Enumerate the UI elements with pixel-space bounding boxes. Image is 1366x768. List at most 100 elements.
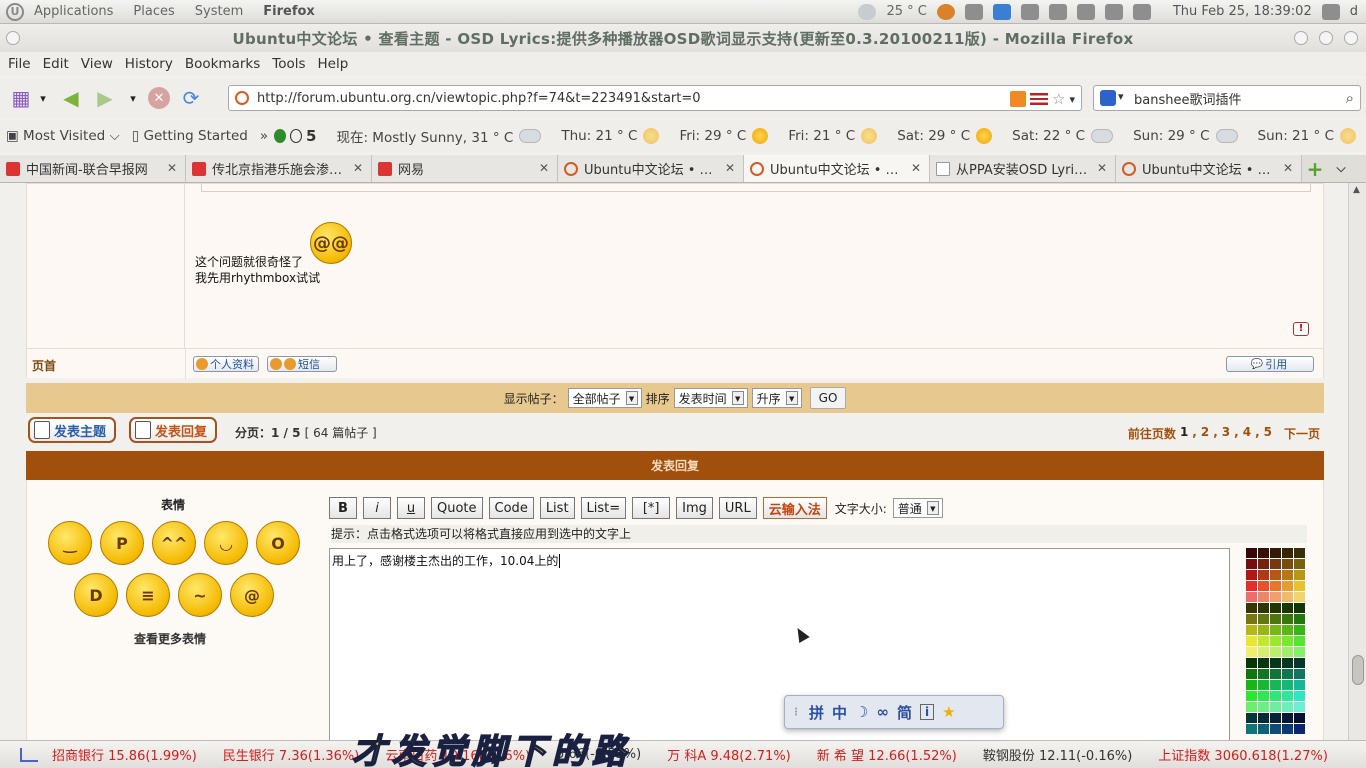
ticker-item[interactable]: 鞍钢股份 12.11(-0.16%) (983, 745, 1132, 764)
url-dropdown-icon[interactable]: ▾ (1069, 93, 1075, 106)
color-swatch[interactable] (1282, 603, 1293, 613)
color-swatch[interactable] (1246, 559, 1257, 569)
color-swatch[interactable] (1294, 647, 1305, 657)
close-tab-icon[interactable]: ✕ (1283, 161, 1293, 175)
search-input[interactable]: banshee歌词插件 (1134, 89, 1241, 108)
timer-icon[interactable] (289, 129, 303, 143)
color-swatch[interactable] (1294, 702, 1305, 712)
color-swatch[interactable] (1282, 570, 1293, 580)
engine-dropdown-icon[interactable]: ▾ (1118, 90, 1124, 103)
tongue-emoticon-icon[interactable]: P (100, 521, 144, 565)
color-swatch[interactable] (1258, 669, 1269, 679)
color-swatch[interactable] (1294, 614, 1305, 624)
dropdown-icon[interactable]: ▾ (36, 85, 50, 111)
color-swatch[interactable] (1258, 548, 1269, 558)
url-button[interactable]: URL (718, 497, 757, 519)
ime-punct-icon[interactable]: ∞ (876, 703, 889, 721)
close-tab-icon[interactable]: ✕ (911, 161, 921, 175)
color-palette[interactable] (1246, 548, 1306, 734)
page-3-link[interactable]: 3 (1222, 425, 1230, 442)
color-swatch[interactable] (1258, 724, 1269, 734)
menu-view[interactable]: View (75, 56, 119, 72)
color-swatch[interactable] (1294, 691, 1305, 701)
sweat-emoticon-icon[interactable]: D (74, 573, 118, 617)
menu-file[interactable]: File (2, 56, 37, 72)
page-2-link[interactable]: 2 (1201, 425, 1209, 442)
sort-order-select[interactable]: 升序 ▼ (751, 388, 802, 408)
color-swatch[interactable] (1294, 669, 1305, 679)
history-dropdown-icon[interactable]: ▾ (126, 85, 140, 111)
color-swatch[interactable] (1246, 548, 1257, 558)
back-to-top-link[interactable]: 页首 (32, 357, 56, 374)
maximize-icon[interactable] (1319, 31, 1333, 45)
underline-button[interactable]: u (397, 497, 425, 519)
color-swatch[interactable] (1282, 691, 1293, 701)
weather-cloud-icon[interactable] (858, 3, 877, 20)
color-swatch[interactable] (1282, 658, 1293, 668)
color-swatch[interactable] (1258, 702, 1269, 712)
smile-emoticon-icon[interactable]: ‿ (48, 521, 92, 565)
color-swatch[interactable] (1294, 713, 1305, 723)
color-swatch[interactable] (1270, 647, 1281, 657)
mail-icon[interactable] (1132, 3, 1151, 20)
power-icon[interactable] (1321, 3, 1340, 20)
network-icon[interactable] (1048, 3, 1067, 20)
tab-ppa[interactable]: 从PPA安装OSD Lyri… ✕ (930, 155, 1116, 182)
ticker-item[interactable]: 万 科A 9.48(2.71%) (667, 745, 791, 764)
bookmark-most-visited[interactable]: ▣ Most Visited ⌵ (0, 128, 126, 144)
color-swatch[interactable] (1270, 658, 1281, 668)
window-menu-icon[interactable] (6, 31, 20, 45)
bookmarks-overflow[interactable]: » (254, 128, 274, 144)
color-swatch[interactable] (1282, 724, 1293, 734)
color-swatch[interactable] (1270, 570, 1281, 580)
close-tab-icon[interactable]: ✕ (167, 161, 177, 175)
close-tab-icon[interactable]: ✕ (353, 161, 363, 175)
color-swatch[interactable] (1270, 603, 1281, 613)
close-tab-icon[interactable]: ✕ (1097, 161, 1107, 175)
color-swatch[interactable] (1294, 636, 1305, 646)
color-swatch[interactable] (1258, 713, 1269, 723)
ime-moon-icon[interactable]: ☽ (855, 703, 868, 721)
pm-button[interactable]: 短信 (267, 356, 337, 372)
forward-icon[interactable]: ▶ (92, 85, 118, 111)
color-swatch[interactable] (1270, 669, 1281, 679)
shy-emoticon-icon[interactable]: ^^ (152, 521, 196, 565)
update-icon[interactable] (992, 3, 1011, 20)
color-swatch[interactable] (1258, 658, 1269, 668)
color-swatch[interactable] (1270, 680, 1281, 690)
next-page-link[interactable]: 下一页 (1284, 425, 1320, 442)
menu-history[interactable]: History (119, 56, 179, 72)
color-swatch[interactable] (1258, 559, 1269, 569)
shout-emoticon-icon[interactable]: O (256, 521, 300, 565)
weather-day-3[interactable]: Fri: 21 ° C (778, 128, 887, 144)
color-swatch[interactable] (1282, 702, 1293, 712)
reload-icon[interactable]: ⟳ (178, 85, 204, 111)
color-swatch[interactable] (1294, 603, 1305, 613)
volume-icon[interactable] (1076, 3, 1095, 20)
color-swatch[interactable] (1294, 680, 1305, 690)
color-swatch[interactable] (1294, 581, 1305, 591)
go-button[interactable]: GO (809, 387, 847, 409)
color-swatch[interactable] (1270, 625, 1281, 635)
report-icon[interactable]: ! (1293, 322, 1309, 336)
counter-badge[interactable]: 5 (306, 127, 316, 145)
new-topic-button[interactable]: 发表主题 (28, 417, 117, 443)
color-swatch[interactable] (1282, 669, 1293, 679)
ime-star-icon[interactable]: ★ (942, 703, 955, 721)
color-swatch[interactable] (1246, 680, 1257, 690)
rss-icon[interactable] (1010, 91, 1027, 107)
minimize-icon[interactable] (1294, 31, 1308, 45)
color-swatch[interactable] (1270, 559, 1281, 569)
color-swatch[interactable] (1258, 625, 1269, 635)
drag-handle[interactable]: ⋮ (791, 707, 801, 718)
chart-icon[interactable] (20, 747, 38, 762)
color-swatch[interactable] (1270, 724, 1281, 734)
color-swatch[interactable] (1270, 614, 1281, 624)
dizzy-emoticon-icon[interactable]: @ (230, 573, 274, 617)
color-swatch[interactable] (1246, 581, 1257, 591)
ime-info-icon[interactable]: i (920, 704, 935, 720)
bold-button[interactable]: B (329, 497, 357, 519)
color-swatch[interactable] (1246, 603, 1257, 613)
app-grid-icon[interactable]: ▦ (8, 85, 34, 111)
status-green-icon[interactable] (274, 129, 286, 143)
